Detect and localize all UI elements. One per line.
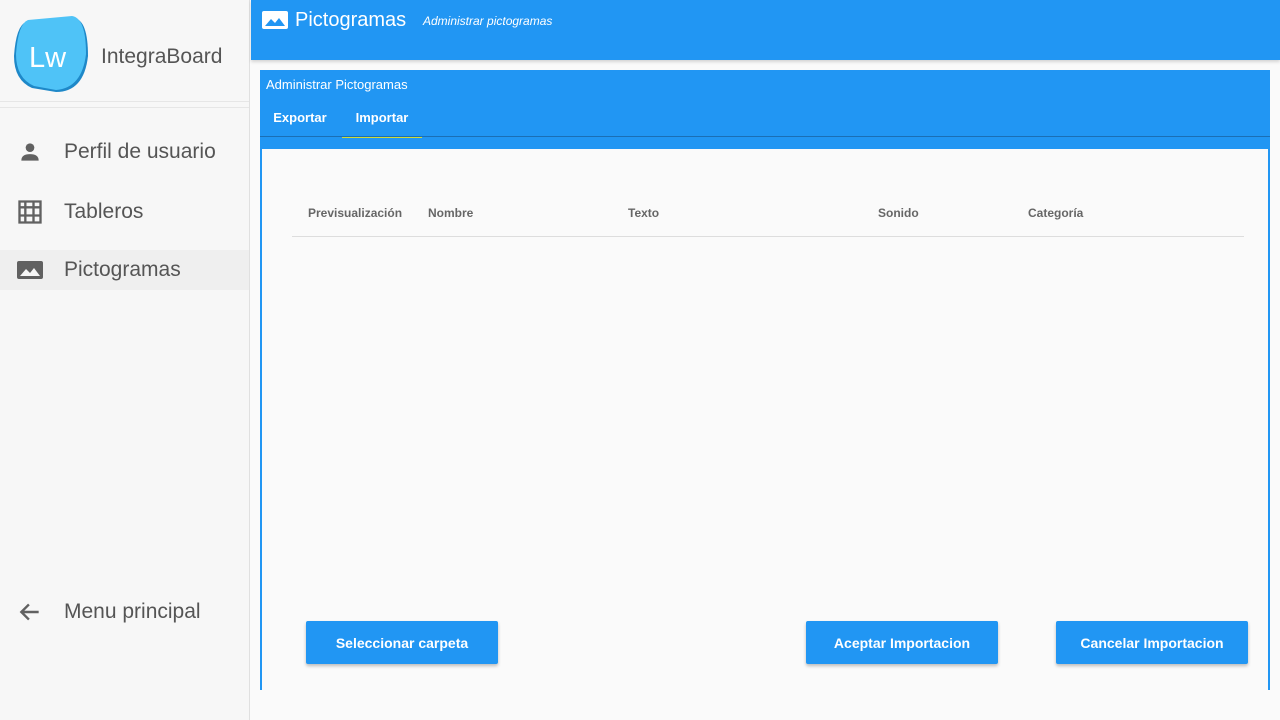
sidebar-item-label: Tableros <box>64 200 144 223</box>
column-header-name: Nombre <box>428 206 474 220</box>
top-app-bar: Pictogramas Administrar pictogramas <box>251 0 1280 60</box>
image-icon <box>262 11 288 29</box>
tab-importar[interactable]: Importar <box>342 108 422 138</box>
column-header-text: Texto <box>628 206 660 220</box>
app-logo: Lw <box>14 16 88 92</box>
column-header-preview: Previsualización <box>308 206 403 220</box>
sidebar-item-tableros[interactable]: Tableros <box>0 192 249 232</box>
accept-import-button[interactable]: Aceptar Importacion <box>806 621 998 664</box>
arrow-left-icon <box>16 598 44 626</box>
grid-icon <box>16 198 44 226</box>
sidebar-item-label: Pictogramas <box>64 258 181 281</box>
sidebar-item-label: Menu principal <box>64 600 201 623</box>
page-subtitle: Administrar pictogramas <box>423 14 553 28</box>
panel-title: Administrar Pictogramas <box>266 77 408 92</box>
select-folder-button[interactable]: Seleccionar carpeta <box>306 621 498 664</box>
column-header-sound: Sonido <box>878 206 919 220</box>
sidebar: Lw IntegraBoard Perfil de usuario Tabler… <box>0 0 250 720</box>
column-header-category: Categoría <box>1028 206 1084 220</box>
manage-panel: Administrar Pictogramas Exportar Importa… <box>260 70 1270 690</box>
person-icon <box>16 138 44 166</box>
sidebar-item-menu-principal[interactable]: Menu principal <box>0 592 249 632</box>
app-name: IntegraBoard <box>101 45 223 68</box>
tab-exportar[interactable]: Exportar <box>266 108 334 138</box>
sidebar-item-label: Perfil de usuario <box>64 140 216 163</box>
cancel-import-button[interactable]: Cancelar Importacion <box>1056 621 1248 664</box>
image-icon <box>16 256 44 284</box>
brand-header: Lw IntegraBoard <box>0 0 249 102</box>
sidebar-item-perfil[interactable]: Perfil de usuario <box>0 132 249 172</box>
panel-header: Administrar Pictogramas Exportar Importa… <box>260 70 1270 149</box>
sidebar-item-pictogramas[interactable]: Pictogramas <box>0 250 249 290</box>
logo-text: Lw <box>29 42 67 74</box>
page-title: Pictogramas <box>295 9 407 31</box>
